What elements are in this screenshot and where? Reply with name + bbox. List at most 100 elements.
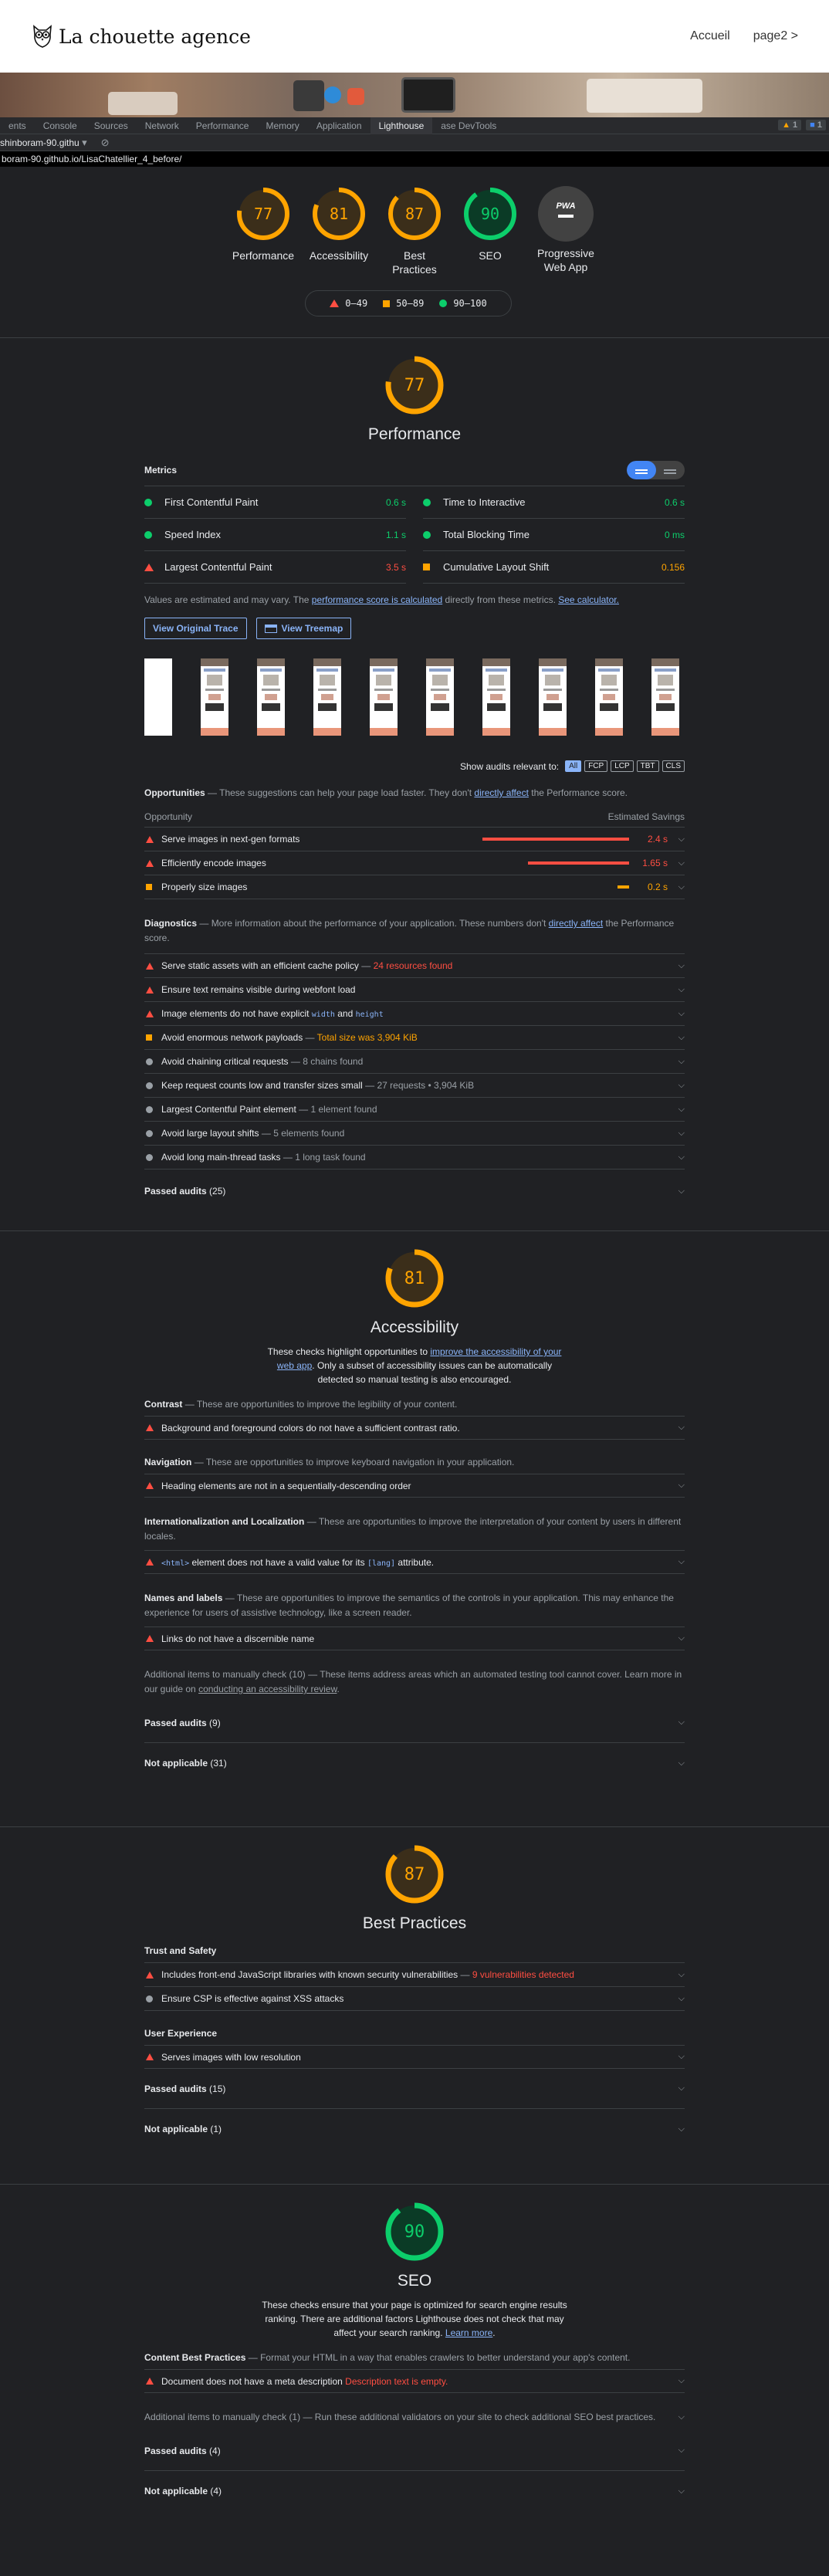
diagnostic-row[interactable]: Ensure text remains visible during webfo… bbox=[144, 978, 685, 1002]
info-badge[interactable]: ■ 1 bbox=[806, 120, 826, 130]
filter-cls[interactable]: CLS bbox=[662, 760, 685, 772]
site-logo[interactable]: La chouette agence bbox=[31, 24, 251, 49]
gauge-accessibility[interactable]: 81 Accessibility bbox=[303, 186, 375, 276]
audit-link-name[interactable]: Links do not have a discernible name ⌵ bbox=[144, 1627, 685, 1650]
chevron-down-icon: ⌵ bbox=[678, 2486, 685, 2496]
tab-firebase-devtools[interactable]: ase DevTools bbox=[432, 117, 505, 134]
metrics-note: Values are estimated and may vary. The p… bbox=[144, 594, 685, 605]
best-practices-not-applicable[interactable]: Not applicable (1) ⌵ bbox=[144, 2109, 685, 2149]
diagnostic-row[interactable]: Avoid large layout shifts — 5 elements f… bbox=[144, 1122, 685, 1146]
trust-audit-row[interactable]: Includes front-end JavaScript libraries … bbox=[144, 1963, 685, 1987]
nav-accueil[interactable]: Accueil bbox=[690, 29, 730, 43]
tab-elements[interactable]: ents bbox=[0, 117, 35, 134]
audit-text: Avoid chaining critical requests — 8 cha… bbox=[161, 1056, 364, 1067]
compact-view-icon[interactable] bbox=[627, 461, 656, 479]
view-trace-button[interactable]: View Original Trace bbox=[144, 618, 247, 639]
group-content-best-practices: Content Best Practices — Format your HTM… bbox=[144, 2352, 631, 2363]
opportunity-columns: Opportunity Estimated Savings bbox=[144, 801, 685, 828]
diagnostic-row[interactable]: Largest Contentful Paint element — 1 ele… bbox=[144, 1098, 685, 1122]
clear-icon[interactable]: ⊘ bbox=[101, 137, 110, 149]
diagnostic-row[interactable]: Keep request counts low and transfer siz… bbox=[144, 1074, 685, 1098]
gauge-best-practices[interactable]: 87 Best Practices bbox=[378, 186, 451, 276]
opportunity-row[interactable]: Efficiently encode images 1.65 s ⌵ bbox=[144, 851, 685, 875]
tab-lighthouse[interactable]: Lighthouse bbox=[370, 117, 433, 134]
diagnostic-row[interactable]: Serve static assets with an efficient ca… bbox=[144, 954, 685, 978]
learn-more-link[interactable]: Learn more bbox=[445, 2327, 492, 2338]
performance-passed-audits[interactable]: Passed audits (25) ⌵ bbox=[144, 1170, 685, 1213]
seo-manual-checks[interactable]: Additional items to manually check (1) —… bbox=[144, 2410, 685, 2425]
view-treemap-button[interactable]: View Treemap bbox=[255, 618, 352, 639]
tab-memory[interactable]: Memory bbox=[257, 117, 307, 134]
diagnostic-row[interactable]: Image elements do not have explicit widt… bbox=[144, 1002, 685, 1026]
tab-application[interactable]: Application bbox=[308, 117, 371, 134]
accessibility-passed-audits[interactable]: Passed audits (9) ⌵ bbox=[144, 1703, 685, 1743]
diagnostic-row[interactable]: Avoid chaining critical requests — 8 cha… bbox=[144, 1050, 685, 1074]
savings-bar-fill bbox=[482, 838, 629, 841]
accessibility-not-applicable[interactable]: Not applicable (31) ⌵ bbox=[144, 1743, 685, 1783]
trust-audits: Includes front-end JavaScript libraries … bbox=[144, 1962, 685, 2011]
gauge-pwa[interactable]: PWA Progressive Web App bbox=[530, 186, 602, 276]
audit-detail: 1 long task found bbox=[295, 1152, 366, 1163]
audit-text: Keep request counts low and transfer siz… bbox=[161, 1080, 475, 1091]
tab-console[interactable]: Console bbox=[35, 117, 86, 134]
opportunity-row[interactable]: Serve images in next-gen formats 2.4 s ⌵ bbox=[144, 828, 685, 851]
score-calc-link[interactable]: performance score is calculated bbox=[312, 594, 442, 605]
audit-html-lang[interactable]: <html> element does not have a valid val… bbox=[144, 1550, 685, 1574]
tab-performance[interactable]: Performance bbox=[188, 117, 258, 134]
report-select-value: shinboram-90.githu bbox=[0, 137, 80, 148]
group-user-experience: User Experience bbox=[144, 2028, 218, 2039]
seo-not-applicable[interactable]: Not applicable (4) ⌵ bbox=[144, 2471, 685, 2511]
average-icon bbox=[146, 884, 152, 890]
audit-title: Avoid chaining critical requests bbox=[161, 1056, 289, 1067]
audit-image-resolution[interactable]: Serves images with low resolution ⌵ bbox=[144, 2045, 685, 2069]
gauge-score: 77 bbox=[254, 205, 272, 223]
audit-meta-description[interactable]: Document does not have a meta descriptio… bbox=[144, 2369, 685, 2393]
diagnostic-row[interactable]: Avoid enormous network payloads — Total … bbox=[144, 1026, 685, 1050]
metrics-view-toggle[interactable] bbox=[627, 461, 685, 479]
expanded-view-icon[interactable] bbox=[656, 461, 685, 479]
note-text: Values are estimated and may vary. The bbox=[144, 594, 312, 605]
tab-sources[interactable]: Sources bbox=[86, 117, 137, 134]
filter-tbt[interactable]: TBT bbox=[636, 760, 659, 772]
directly-affect-link[interactable]: directly affect bbox=[474, 787, 528, 798]
gauge-label: Best Practices bbox=[392, 249, 437, 276]
filter-all[interactable]: All bbox=[565, 760, 582, 772]
tab-network[interactable]: Network bbox=[137, 117, 188, 134]
chevron-down-icon: ⌵ bbox=[678, 1128, 685, 1138]
na-count: (31) bbox=[210, 1758, 227, 1769]
best-practices-passed-audits[interactable]: Passed audits (15) ⌵ bbox=[144, 2069, 685, 2109]
audit-detail: Total size was 3,904 KiB bbox=[316, 1032, 418, 1043]
devtools-tabbar: ents Console Sources Network Performance… bbox=[0, 117, 829, 134]
directly-affect-link[interactable]: directly affect bbox=[549, 918, 603, 929]
gauge-score: 81 bbox=[330, 205, 348, 223]
gauge-performance[interactable]: 77 Performance bbox=[227, 186, 299, 276]
chevron-down-icon: ⌵ bbox=[678, 1718, 685, 1727]
audit-contrast[interactable]: Background and foreground colors do not … bbox=[144, 1416, 685, 1440]
accessibility-review-link[interactable]: conducting an accessibility review bbox=[198, 1684, 337, 1694]
warning-badge[interactable]: ▲ 1 bbox=[778, 120, 802, 130]
devtools-badges[interactable]: ▲ 1 ■ 1 bbox=[778, 120, 826, 130]
passed-count: (4) bbox=[209, 2445, 221, 2456]
seo-passed-audits[interactable]: Passed audits (4) ⌵ bbox=[144, 2431, 685, 2471]
trust-audit-row[interactable]: Ensure CSP is effective against XSS atta… bbox=[144, 1987, 685, 2011]
manual-checks[interactable]: Additional items to manually check (10) … bbox=[144, 1667, 685, 1697]
performance-section: 77 Performance Metrics First Contentful … bbox=[0, 338, 829, 1231]
group-name: Content Best Practices bbox=[144, 2352, 246, 2363]
opportunity-row[interactable]: Properly size images 0.2 s ⌵ bbox=[144, 875, 685, 899]
chevron-down-icon: ⌵ bbox=[678, 882, 685, 892]
metric-name: Largest Contentful Paint bbox=[164, 561, 272, 573]
diagnostic-row[interactable]: Avoid long main-thread tasks — 1 long ta… bbox=[144, 1146, 685, 1170]
nav-page2[interactable]: page2 > bbox=[753, 29, 798, 43]
manual-title: Additional items to manually check bbox=[144, 1669, 287, 1680]
site-header: La chouette agence Accueil page2 > bbox=[0, 0, 829, 73]
report-select[interactable]: shinboram-90.githu ▾ bbox=[0, 137, 87, 149]
filter-fcp[interactable]: FCP bbox=[584, 760, 608, 772]
passed-label: Passed audits bbox=[144, 2445, 207, 2456]
audit-title: Includes front-end JavaScript libraries … bbox=[161, 1969, 458, 1980]
filter-lcp[interactable]: LCP bbox=[611, 760, 634, 772]
audit-heading-order[interactable]: Heading elements are not in a sequential… bbox=[144, 1474, 685, 1498]
calculator-link[interactable]: See calculator. bbox=[558, 594, 619, 605]
category-title: Accessibility bbox=[370, 1318, 459, 1336]
gauge-seo[interactable]: 90 SEO bbox=[454, 186, 526, 276]
report-url[interactable]: boram-90.github.io/LisaChatellier_4_befo… bbox=[0, 151, 829, 167]
